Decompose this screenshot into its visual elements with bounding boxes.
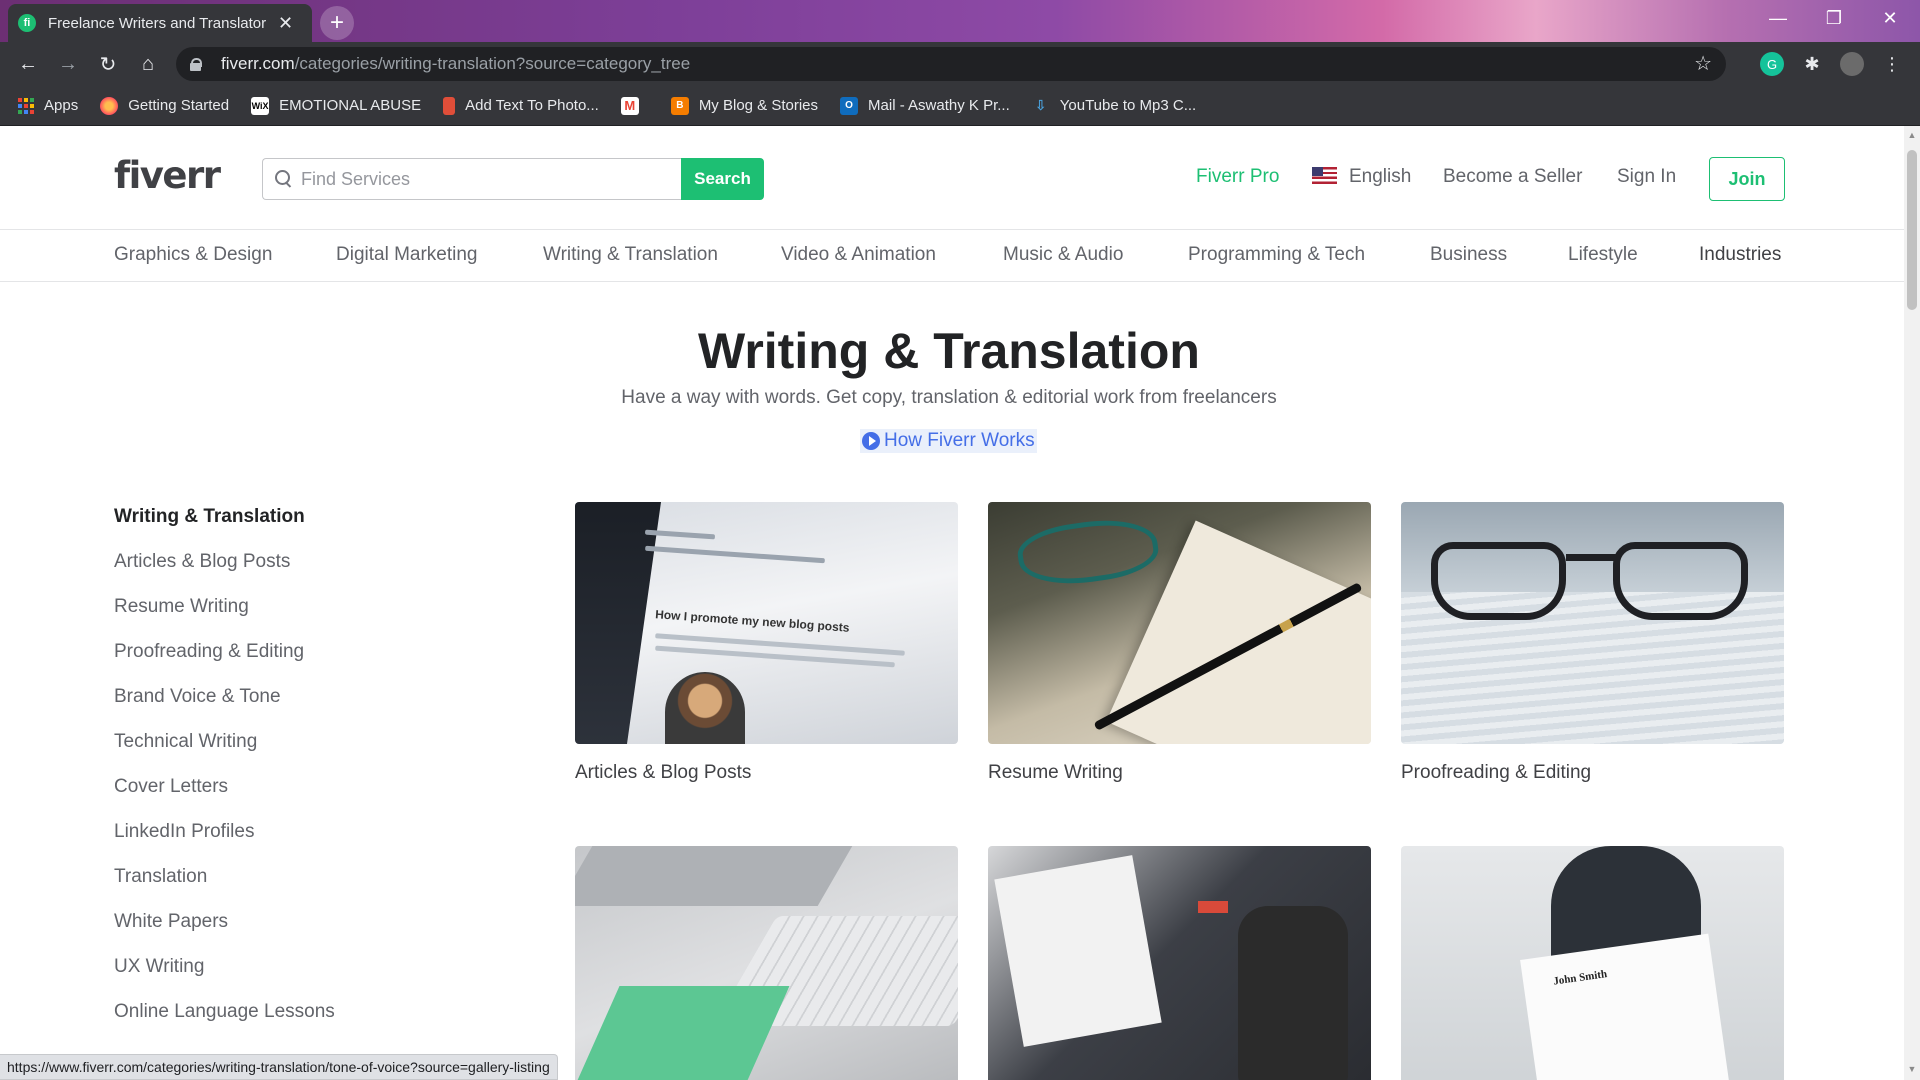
sidebar-item-technical-writing[interactable]: Technical Writing <box>114 731 257 753</box>
search-bar: Search <box>262 158 764 200</box>
gmail-icon: M <box>620 96 639 115</box>
category-video-animation[interactable]: Video & Animation <box>781 244 936 266</box>
category-business[interactable]: Business <box>1430 244 1507 266</box>
minimize-icon[interactable]: — <box>1758 8 1798 29</box>
forward-arrow-icon[interactable]: → <box>54 50 82 78</box>
fiverr-favicon-icon: fi <box>18 14 36 32</box>
category-writing-translation[interactable]: Writing & Translation <box>543 244 718 266</box>
bookmark-emotional-abuse[interactable]: WiX EMOTIONAL ABUSE <box>251 96 421 115</box>
outlook-icon: O <box>840 96 859 115</box>
category-lifestyle[interactable]: Lifestyle <box>1568 244 1638 266</box>
blogger-icon: B <box>670 96 689 115</box>
close-window-icon[interactable]: ✕ <box>1870 8 1910 29</box>
browser-titlebar: fi Freelance Writers and Translators ✕ +… <box>0 0 1920 42</box>
bookmark-my-blog[interactable]: B My Blog & Stories <box>670 96 818 115</box>
sign-in-link[interactable]: Sign In <box>1617 166 1676 188</box>
bookmark-add-text[interactable]: Add Text To Photo... <box>443 96 599 115</box>
browser-tab[interactable]: fi Freelance Writers and Translators ✕ <box>8 4 312 42</box>
wix-icon: WiX <box>251 96 270 115</box>
sidebar-item-articles-blog-posts[interactable]: Articles & Blog Posts <box>114 551 290 573</box>
bookmark-mail[interactable]: O Mail - Aswathy K Pr... <box>840 96 1010 115</box>
bookmark-apps[interactable]: Apps <box>18 97 78 114</box>
sidebar-item-cover-letters[interactable]: Cover Letters <box>114 776 228 798</box>
sidebar-item-ux-writing[interactable]: UX Writing <box>114 956 204 978</box>
restore-icon[interactable]: ❐ <box>1814 8 1854 29</box>
close-tab-icon[interactable]: ✕ <box>278 13 293 34</box>
reload-icon[interactable]: ↻ <box>94 50 122 78</box>
card-image-brand-voice-tone[interactable] <box>575 846 958 1080</box>
page-content: fiverr Search Fiverr Pro English Become … <box>0 126 1904 1080</box>
sidebar-item-linkedin-profiles[interactable]: LinkedIn Profiles <box>114 821 254 843</box>
address-bar[interactable]: fiverr.com/categories/writing-translatio… <box>176 47 1726 81</box>
sidebar-item-online-language-lessons[interactable]: Online Language Lessons <box>114 1001 335 1023</box>
card-label-resume-writing[interactable]: Resume Writing <box>988 762 1123 784</box>
photo-icon <box>443 96 456 115</box>
firefox-icon <box>100 96 119 115</box>
sidebar-item-white-papers[interactable]: White Papers <box>114 911 228 933</box>
card-image-technical-writing[interactable] <box>988 846 1371 1080</box>
play-icon <box>862 432 880 450</box>
page-scrollbar[interactable]: ▲ ▼ <box>1904 126 1920 1080</box>
site-header: fiverr Search Fiverr Pro English Become … <box>0 126 1904 230</box>
lock-icon[interactable] <box>190 57 202 71</box>
scroll-down-icon[interactable]: ▼ <box>1907 1064 1917 1074</box>
sidebar-heading[interactable]: Writing & Translation <box>114 506 305 528</box>
scroll-thumb[interactable] <box>1907 150 1917 310</box>
search-icon <box>275 170 293 188</box>
download-icon: ⇩ <box>1034 97 1047 113</box>
card-image-resume-writing[interactable] <box>988 502 1371 744</box>
join-button[interactable]: Join <box>1709 157 1785 201</box>
card-image-proofreading-editing[interactable] <box>1401 502 1784 744</box>
tab-title: Freelance Writers and Translators <box>48 14 266 32</box>
grammarly-icon[interactable]: G <box>1760 52 1784 76</box>
browser-toolbar: ← → ↻ ⌂ fiverr.com/categories/writing-tr… <box>0 42 1920 86</box>
become-seller-link[interactable]: Become a Seller <box>1443 166 1582 188</box>
sidebar-item-resume-writing[interactable]: Resume Writing <box>114 596 249 618</box>
category-graphics-design[interactable]: Graphics & Design <box>114 244 272 266</box>
new-tab-button[interactable]: + <box>320 6 354 40</box>
card-image-articles-blog-posts[interactable]: How I promote my new blog posts <box>575 502 958 744</box>
us-flag-icon <box>1312 167 1337 184</box>
card-image-caption: John Smith <box>1552 968 1608 988</box>
card-image-cover-letters[interactable]: John Smith <box>1401 846 1784 1080</box>
bookmark-star-icon[interactable]: ☆ <box>1694 51 1712 76</box>
card-image-caption: How I promote my new blog posts <box>654 607 850 635</box>
fiverr-logo[interactable]: fiverr <box>114 154 221 197</box>
card-label-articles-blog-posts[interactable]: Articles & Blog Posts <box>575 762 751 784</box>
search-input[interactable] <box>301 168 681 190</box>
bookmarks-bar: Apps Getting Started WiX EMOTIONAL ABUSE… <box>0 86 1920 126</box>
sidebar-item-translation[interactable]: Translation <box>114 866 207 888</box>
category-industries[interactable]: Industries <box>1699 244 1781 266</box>
apps-grid-icon <box>18 97 34 114</box>
status-bar-url: https://www.fiverr.com/categories/writin… <box>0 1054 558 1080</box>
bookmark-youtube-mp3[interactable]: ⇩ YouTube to Mp3 C... <box>1032 97 1196 115</box>
profile-avatar[interactable] <box>1840 52 1864 76</box>
category-programming-tech[interactable]: Programming & Tech <box>1188 244 1365 266</box>
bookmark-getting-started[interactable]: Getting Started <box>100 96 229 115</box>
category-nav: Graphics & Design Digital Marketing Writ… <box>0 230 1904 282</box>
url-text[interactable]: fiverr.com/categories/writing-translatio… <box>221 54 690 74</box>
back-arrow-icon[interactable]: ← <box>14 50 42 78</box>
page-subtitle: Have a way with words. Get copy, transla… <box>621 387 1277 408</box>
scroll-up-icon[interactable]: ▲ <box>1907 130 1917 140</box>
card-label-proofreading-editing[interactable]: Proofreading & Editing <box>1401 762 1591 784</box>
search-button[interactable]: Search <box>681 158 764 200</box>
bookmark-gmail[interactable]: M <box>620 96 649 115</box>
sidebar-item-proofreading-editing[interactable]: Proofreading & Editing <box>114 641 304 663</box>
browser-menu-icon[interactable]: ⋮ <box>1880 52 1904 76</box>
category-digital-marketing[interactable]: Digital Marketing <box>336 244 478 266</box>
fiverr-pro-link[interactable]: Fiverr Pro <box>1196 166 1279 188</box>
search-field[interactable] <box>262 158 681 200</box>
extensions-puzzle-icon[interactable]: ✱ <box>1800 52 1824 76</box>
how-fiverr-works-link[interactable]: How Fiverr Works <box>860 429 1037 453</box>
page-title: Writing & Translation <box>698 323 1200 379</box>
language-selector[interactable]: English <box>1312 166 1411 188</box>
home-icon[interactable]: ⌂ <box>134 50 162 78</box>
sidebar-item-brand-voice-tone[interactable]: Brand Voice & Tone <box>114 686 281 708</box>
category-music-audio[interactable]: Music & Audio <box>1003 244 1123 266</box>
